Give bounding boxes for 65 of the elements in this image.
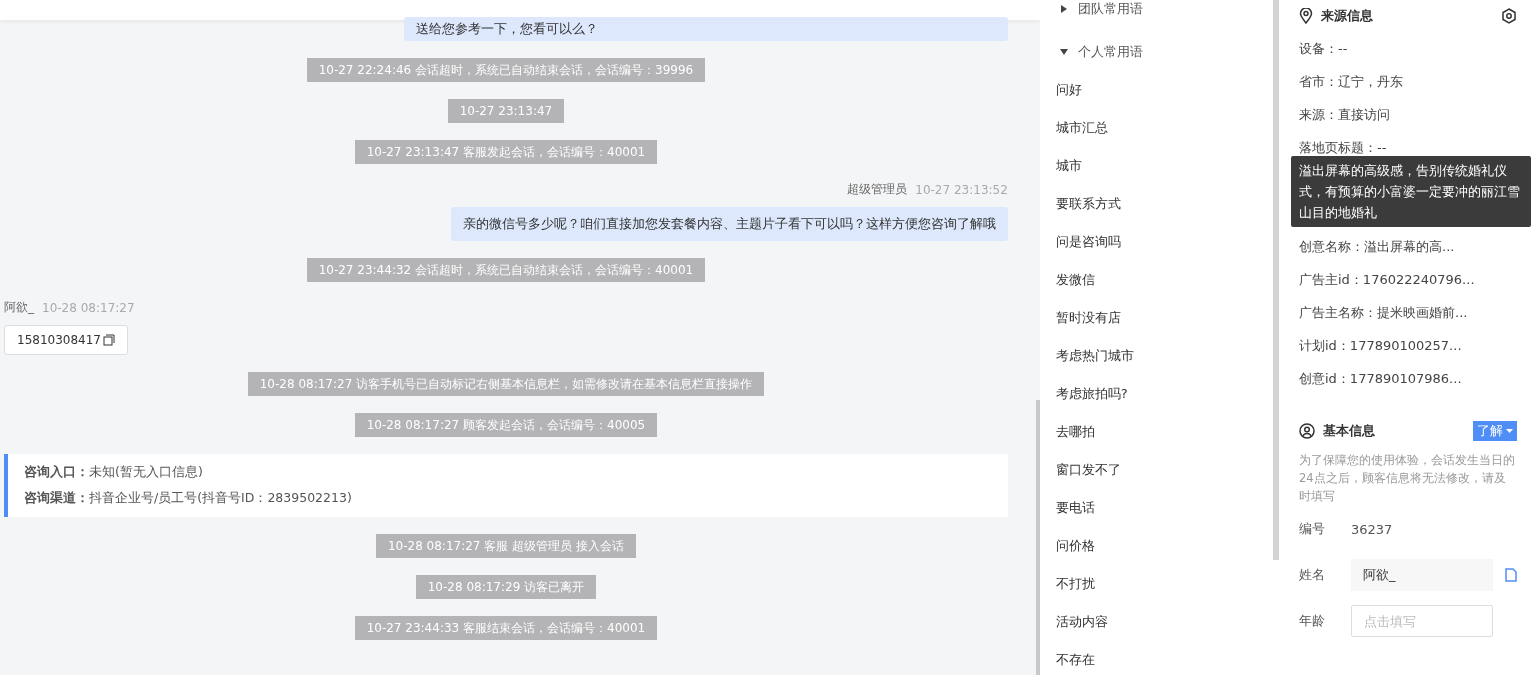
phrase-item[interactable]: 去哪拍: [1055, 413, 1265, 451]
field-label: 编号: [1299, 520, 1326, 538]
input-field[interactable]: 阿欲_: [1351, 559, 1493, 591]
section-title: 来源信息: [1321, 7, 1373, 25]
info-line: 咨询渠道：抖音企业号/员工号(抖音号ID：2839502213): [24, 490, 353, 507]
phrase-item[interactable]: 窗口发不了: [1055, 451, 1265, 489]
phrase-item[interactable]: 考虑热门城市: [1055, 337, 1265, 375]
system-notice: 10-27 23:44:33 客服结束会话，会话编号：40001: [354, 616, 658, 640]
phrase-item[interactable]: 要联系方式: [1055, 185, 1265, 223]
phrase-item[interactable]: 不存在: [1055, 641, 1265, 675]
phrase-item[interactable]: 城市汇总: [1055, 109, 1265, 147]
system-notice: 10-27 22:24:46 会话超时，系统已自动结束会话，会话编号：39996: [306, 58, 706, 82]
caret-icon[interactable]: [1059, 49, 1068, 55]
tooltip: 溢出屏幕的高级感，告别传统婚礼仪式，有预算的小富婆一定要冲的丽江雪山目的地婚礼: [1291, 156, 1531, 227]
phrase-item[interactable]: 不打扰: [1055, 565, 1265, 603]
document-icon[interactable]: [1505, 568, 1517, 582]
info-row-text: 广告主名称：提米映画婚前...: [1299, 304, 1469, 322]
message-time: 10-28 08:17:27: [42, 300, 135, 315]
message-bubble: 送给您参考一下，您看可以么？: [403, 17, 1008, 41]
notice-text: 为了保障您的使用体验，会话发生当日的24点之后，顾客信息将无法修改，请及时填写: [1299, 452, 1516, 505]
phrase-item[interactable]: 活动内容: [1055, 603, 1265, 641]
phrase-item[interactable]: 发微信: [1055, 261, 1265, 299]
field-label: 姓名: [1299, 566, 1326, 584]
info-row-text: 创意名称：溢出屏幕的高...: [1299, 238, 1456, 256]
info-row-text: 设备：--: [1299, 40, 1349, 58]
system-notice: 10-27 23:13:47 客服发起会话，会话编号：40001: [354, 140, 658, 164]
system-notice: 10-28 08:17:27 客服 超级管理员 接入会话: [375, 534, 636, 558]
caret-icon[interactable]: [1060, 5, 1067, 13]
phrase-item[interactable]: 问是咨询吗: [1055, 223, 1265, 261]
sender-name: 阿欲_: [4, 299, 34, 316]
field-label: 年龄: [1299, 612, 1326, 630]
system-notice: 10-28 08:17:27 顾客发起会话，会话编号：40005: [354, 413, 658, 437]
system-notice: 10-28 08:17:27 访客手机号已自动标记右侧基本信息栏，如需修改请在基本信息栏直接操作: [247, 372, 765, 396]
copy-icon[interactable]: [103, 334, 115, 346]
info-row-text: 广告主id：176022240796...: [1299, 271, 1476, 289]
phrase-item[interactable]: 问价格: [1055, 527, 1265, 565]
info-line: 咨询入口：未知(暂无入口信息): [24, 464, 204, 481]
phrase-item[interactable]: 暂时没有店: [1055, 299, 1265, 337]
info-row-text: 省市：辽宁，丹东: [1299, 73, 1404, 91]
field-value: 36237: [1351, 521, 1393, 537]
info-row-text: 来源：直接访问: [1299, 106, 1391, 124]
settings-icon[interactable]: [1501, 8, 1517, 24]
location-pin-icon: [1299, 8, 1313, 24]
phrase-item[interactable]: 考虑旅拍吗?: [1055, 375, 1265, 413]
phrase-item[interactable]: 问好: [1055, 71, 1265, 109]
group-title[interactable]: 个人常用语: [1077, 43, 1143, 61]
caret-icon: [1506, 429, 1513, 433]
phone-number: 15810308417: [17, 333, 101, 347]
system-notice: 10-27 23:13:47: [447, 99, 565, 123]
phrase-item[interactable]: 城市: [1055, 147, 1265, 185]
info-row-text: 创意id：177890107986...: [1299, 370, 1463, 388]
phrase-item[interactable]: 要电话: [1055, 489, 1265, 527]
message-bubble: 亲的微信号多少呢？咱们直接加您发套餐内容、主题片子看下可以吗？这样方便您咨询了解哦: [450, 207, 1008, 241]
sender-name: 超级管理员: [847, 181, 908, 198]
scrollbar[interactable]: [1273, 0, 1279, 560]
input-field[interactable]: 点击填写: [1351, 605, 1493, 637]
info-row-text: 落地页标题：--: [1299, 139, 1388, 157]
user-icon: [1299, 423, 1315, 439]
system-notice: 10-28 08:17:29 访客已离开: [415, 575, 597, 599]
info-row-text: 计划id：177890100257...: [1299, 337, 1463, 355]
group-title[interactable]: 团队常用语: [1077, 0, 1143, 18]
scrollbar[interactable]: [1035, 400, 1040, 675]
section-title: 基本信息: [1323, 422, 1375, 440]
system-notice: 10-27 23:44:32 会话超时，系统已自动结束会话，会话编号：40001: [306, 258, 706, 282]
message-time: 10-27 23:13:52: [915, 182, 1008, 197]
